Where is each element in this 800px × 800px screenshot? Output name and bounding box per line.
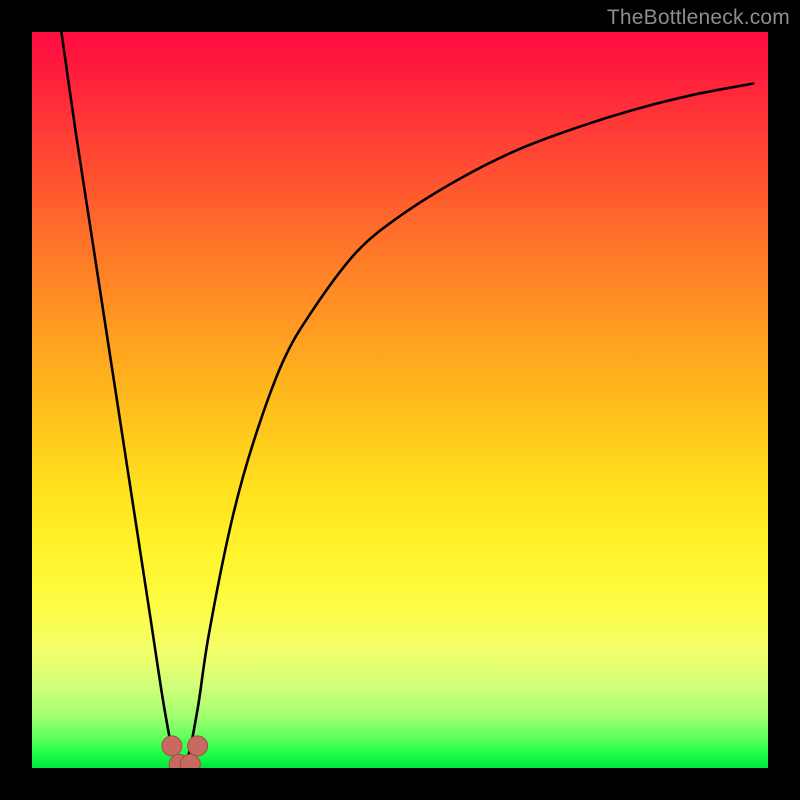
bottleneck-curve-path bbox=[61, 32, 753, 767]
bottleneck-curve bbox=[61, 32, 753, 767]
valley-markers bbox=[162, 736, 208, 768]
watermark-text: TheBottleneck.com bbox=[607, 6, 790, 30]
chart-frame: TheBottleneck.com bbox=[0, 0, 800, 800]
marker-left-shoulder bbox=[162, 736, 182, 756]
plot-area bbox=[32, 32, 768, 768]
curve-layer bbox=[32, 32, 768, 768]
marker-right-shoulder bbox=[188, 736, 208, 756]
